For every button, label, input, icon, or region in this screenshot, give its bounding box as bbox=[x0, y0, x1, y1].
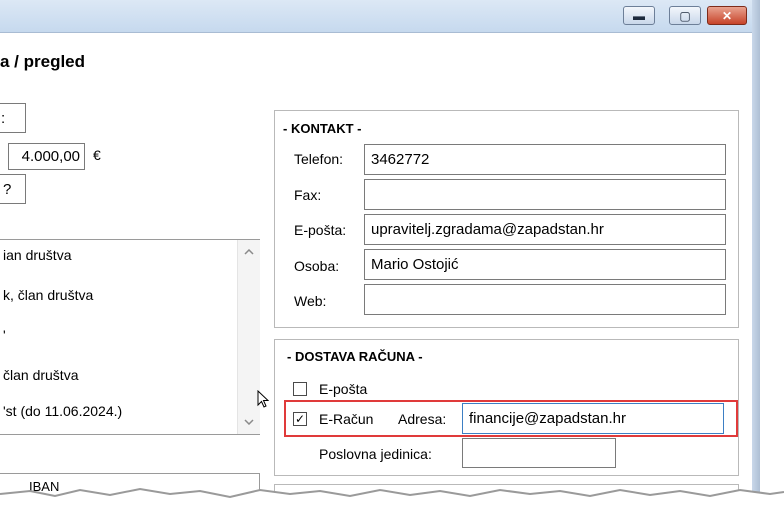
scroll-up-icon[interactable] bbox=[244, 249, 254, 255]
telefon-label: Telefon: bbox=[294, 151, 344, 167]
eposta-checkbox-label[interactable]: E-pošta bbox=[319, 381, 367, 397]
fax-input[interactable] bbox=[364, 179, 726, 210]
left-field-3[interactable]: ? bbox=[0, 174, 26, 204]
page-title: a / pregled bbox=[0, 52, 86, 71]
list-item[interactable]: 'st (do 11.06.2024.) bbox=[3, 403, 122, 419]
eposta-label: E-pošta: bbox=[294, 222, 347, 238]
adresa-label: Adresa: bbox=[398, 411, 447, 427]
minimize-button[interactable]: ▬ bbox=[623, 6, 655, 25]
eracun-checkbox-label[interactable]: E-Račun bbox=[319, 411, 373, 427]
eposta-checkbox[interactable] bbox=[293, 382, 307, 396]
minimize-icon: ▬ bbox=[633, 8, 645, 23]
maximize-icon: ▢ bbox=[679, 8, 691, 23]
close-icon: ✕ bbox=[721, 8, 733, 23]
window-border bbox=[752, 0, 760, 526]
left-field-1[interactable]: : bbox=[0, 103, 26, 133]
amount-field[interactable]: 4.000,00 bbox=[8, 143, 85, 170]
dostava-title: - DOSTAVA RAČUNA - bbox=[287, 349, 423, 364]
telefon-input[interactable]: 3462772 bbox=[364, 144, 726, 175]
list-item[interactable]: ian društva bbox=[3, 247, 71, 263]
list-item[interactable]: ' bbox=[3, 327, 6, 343]
adresa-input[interactable]: financije@zapadstan.hr bbox=[462, 403, 724, 434]
osoba-input[interactable]: Mario Ostojić bbox=[364, 249, 726, 280]
close-button[interactable]: ✕ bbox=[707, 6, 747, 25]
list-item[interactable]: k, član društva bbox=[3, 287, 93, 303]
scroll-down-icon[interactable] bbox=[244, 419, 254, 425]
torn-edge-decoration bbox=[0, 487, 784, 526]
web-input[interactable] bbox=[364, 284, 726, 315]
fax-label: Fax: bbox=[294, 187, 322, 203]
poslovna-label: Poslovna jedinica: bbox=[319, 446, 432, 462]
mouse-cursor-icon bbox=[257, 390, 269, 408]
eposta-input[interactable]: upravitelj.zgradama@zapadstan.hr bbox=[364, 214, 726, 245]
osoba-label: Osoba: bbox=[294, 258, 340, 274]
web-label: Web: bbox=[294, 293, 327, 309]
maximize-button[interactable]: ▢ bbox=[669, 6, 701, 25]
kontakt-title: - KONTAKT - bbox=[283, 121, 362, 136]
members-list[interactable]: ian društva k, član društva ' član društ… bbox=[0, 239, 260, 435]
list-item[interactable]: član društva bbox=[3, 367, 78, 383]
poslovna-input[interactable] bbox=[462, 438, 616, 468]
currency-label: € bbox=[93, 147, 101, 163]
checkmark-icon: ✓ bbox=[294, 412, 306, 426]
eracun-checkbox[interactable]: ✓ bbox=[293, 412, 307, 426]
